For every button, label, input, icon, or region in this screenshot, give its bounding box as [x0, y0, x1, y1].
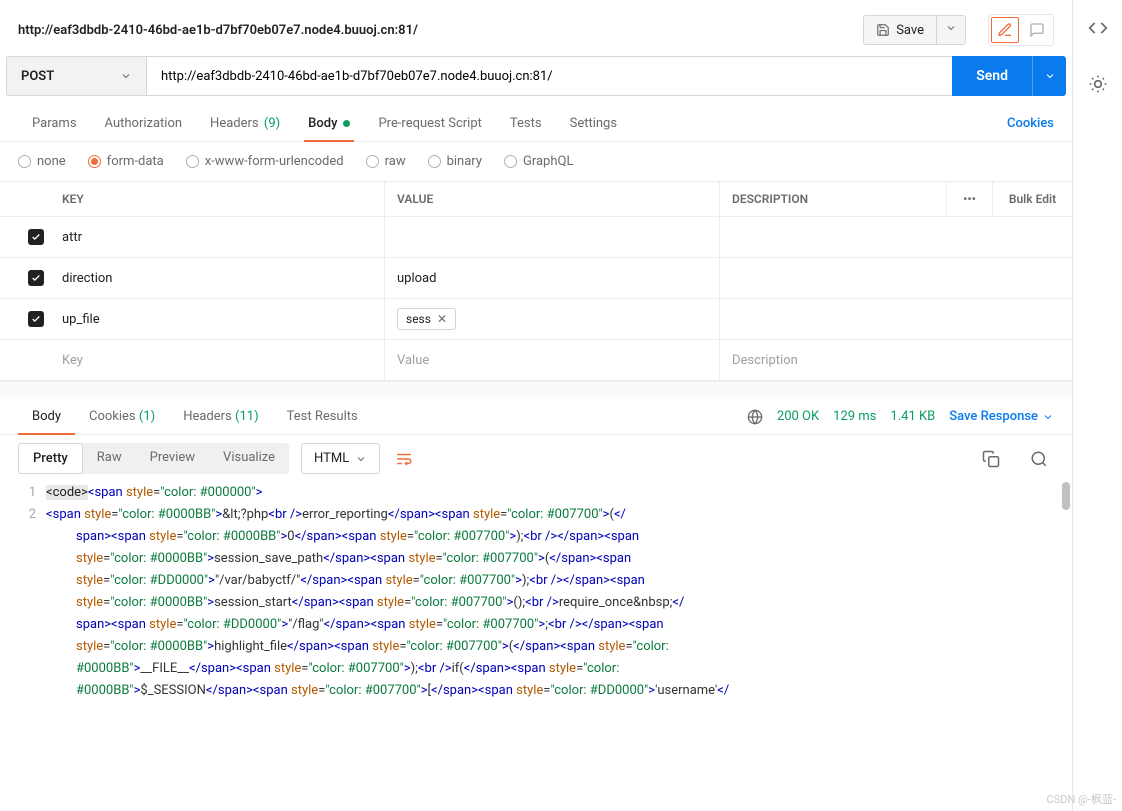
checkbox[interactable]	[28, 311, 44, 327]
tab-params[interactable]: Params	[18, 106, 91, 141]
resp-tab-cookies[interactable]: Cookies (1)	[75, 399, 169, 434]
radio-binary[interactable]: binary	[428, 154, 482, 169]
resp-tab-test-results[interactable]: Test Results	[273, 399, 372, 434]
file-chip: sess ✕	[397, 308, 456, 330]
radio-raw[interactable]: raw	[366, 154, 406, 169]
radio-icon	[18, 155, 31, 168]
cookies-link[interactable]: Cookies	[1007, 106, 1054, 141]
radio-icon	[88, 155, 101, 168]
kv-key[interactable]: attr	[50, 217, 385, 257]
response-time: 129 ms	[833, 409, 876, 424]
radio-icon	[428, 155, 441, 168]
bulk-edit-button[interactable]: Bulk Edit	[992, 182, 1072, 216]
resp-tab-headers[interactable]: Headers (11)	[169, 399, 272, 434]
table-row: attr	[0, 217, 1072, 258]
wrap-lines-icon[interactable]	[388, 444, 420, 474]
method-select[interactable]: POST	[6, 56, 146, 96]
tab-body[interactable]: Body	[294, 106, 364, 141]
tab-headers[interactable]: Headers (9)	[196, 106, 294, 141]
save-button[interactable]: Save	[863, 15, 937, 45]
kv-header-value: VALUE	[385, 182, 720, 216]
radio-xwww[interactable]: x-www-form-urlencoded	[186, 154, 344, 169]
send-button[interactable]: Send	[952, 56, 1032, 96]
kv-value[interactable]: sess ✕	[385, 299, 720, 339]
dot-indicator-icon	[343, 120, 350, 127]
radio-graphql[interactable]: GraphQL	[504, 154, 573, 169]
kv-key[interactable]: direction	[50, 258, 385, 298]
save-dropdown[interactable]	[937, 15, 966, 45]
response-size: 1.41 KB	[890, 409, 935, 424]
kv-desc[interactable]	[720, 299, 1072, 339]
radio-none[interactable]: none	[18, 154, 66, 169]
kv-key[interactable]: up_file	[50, 299, 385, 339]
kv-header-desc: DESCRIPTION	[720, 182, 946, 216]
watermark: CSDN @-枫蓝-	[1047, 791, 1116, 807]
url-input[interactable]	[146, 56, 952, 96]
kv-desc[interactable]	[720, 217, 1072, 257]
method-label: POST	[21, 69, 54, 84]
kv-header-key: KEY	[50, 182, 385, 216]
tab-settings[interactable]: Settings	[556, 106, 631, 141]
tab-tests[interactable]: Tests	[496, 106, 556, 141]
kv-options[interactable]: •••	[946, 182, 992, 216]
tab-authorization[interactable]: Authorization	[91, 106, 197, 141]
save-response-button[interactable]: Save Response	[949, 409, 1054, 424]
code-icon[interactable]	[1088, 18, 1108, 42]
copy-icon[interactable]	[976, 444, 1006, 474]
view-visualize[interactable]: Visualize	[209, 443, 289, 474]
edit-icon[interactable]	[991, 17, 1019, 43]
scrollbar-thumb[interactable]	[1062, 482, 1070, 510]
request-name: http://eaf3dbdb-2410-46bd-ae1b-d7bf70eb0…	[18, 23, 853, 38]
radio-icon	[504, 155, 517, 168]
kv-desc-input[interactable]: Description	[720, 340, 1072, 380]
tab-prerequest[interactable]: Pre-request Script	[364, 106, 495, 141]
view-preview[interactable]: Preview	[136, 443, 209, 474]
checkbox[interactable]	[28, 270, 44, 286]
view-pretty[interactable]: Pretty	[18, 443, 83, 474]
kv-value-input[interactable]: Value	[385, 340, 720, 380]
resp-tab-body[interactable]: Body	[18, 399, 75, 434]
radio-icon	[186, 155, 199, 168]
table-row: up_file sess ✕	[0, 299, 1072, 340]
view-raw[interactable]: Raw	[83, 443, 136, 474]
remove-file-icon[interactable]: ✕	[437, 312, 447, 326]
globe-icon	[747, 409, 763, 425]
table-row: direction upload	[0, 258, 1072, 299]
search-icon[interactable]	[1024, 444, 1054, 474]
save-label: Save	[896, 23, 924, 38]
kv-key-input[interactable]: Key	[50, 340, 385, 380]
lang-select[interactable]: HTML	[301, 443, 380, 474]
checkbox[interactable]	[28, 229, 44, 245]
comment-icon[interactable]	[1023, 17, 1051, 43]
send-dropdown[interactable]	[1032, 56, 1066, 96]
radio-icon	[366, 155, 379, 168]
response-body[interactable]: 12 <code><span style="color: #000000"><s…	[0, 482, 1072, 714]
radio-formdata[interactable]: form-data	[88, 154, 164, 169]
kv-desc[interactable]	[720, 258, 1072, 298]
status-code: 200 OK	[777, 409, 819, 424]
kv-value[interactable]: upload	[385, 258, 720, 298]
kv-value[interactable]	[385, 217, 720, 257]
bulb-icon[interactable]	[1088, 74, 1108, 98]
